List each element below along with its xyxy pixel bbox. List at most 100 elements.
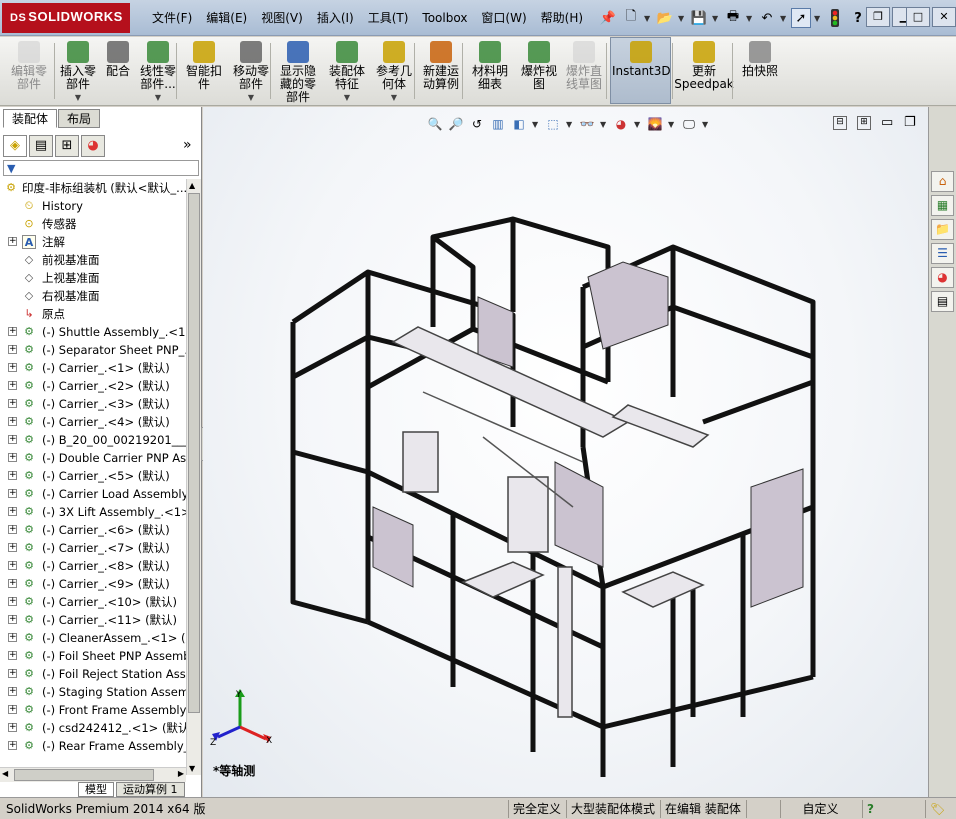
ribbon-button-8[interactable]: 参考几 何体 ▼ [372, 39, 416, 103]
tree-item[interactable]: + ⚙ (-) Carrier_.<4> (默认) [0, 413, 186, 431]
menu-item-1[interactable]: 编辑(E) [199, 0, 254, 36]
expand-icon[interactable]: + [8, 417, 17, 426]
tree-item[interactable]: + ⚙ (-) Carrier_.<2> (默认) [0, 377, 186, 395]
expand-icon[interactable]: + [8, 525, 17, 534]
tree-item[interactable]: + ⚙ (-) CleanerAssem_.<1> (默认) [0, 629, 186, 647]
tree-item[interactable]: + ⚙ (-) Carrier_.<7> (默认) [0, 539, 186, 557]
chevron-down-icon[interactable]: ▼ [532, 120, 540, 129]
section-view-icon[interactable]: ▥ [490, 116, 506, 132]
menu-item-4[interactable]: 工具(T) [361, 0, 416, 36]
tree-item[interactable]: + ⚙ (-) Carrier_.<9> (默认) [0, 575, 186, 593]
rebuild-tag-icon[interactable]: 🏷 [925, 800, 949, 818]
restore-icon[interactable]: ❐ [866, 7, 890, 27]
scroll-up-icon[interactable]: ▲ [189, 181, 195, 190]
tree-item[interactable]: + A 注解 [0, 233, 186, 251]
tree-item[interactable]: + ⚙ (-) 3X Lift Assembly_.<1> (默 [0, 503, 186, 521]
tree-item[interactable]: + ⚙ (-) Double Carrier PNP Assemb [0, 449, 186, 467]
scroll-down-icon[interactable]: ▼ [189, 764, 195, 773]
ribbon-button-1[interactable]: 插入零 部件 ▼ [56, 39, 100, 103]
menu-item-7[interactable]: 帮助(H) [534, 0, 590, 36]
appearance-icon[interactable]: ◕ [613, 116, 629, 132]
chevron-down-icon[interactable]: ▼ [136, 91, 180, 104]
tree-item[interactable]: + ⚙ (-) Front Frame Assembly_.<1 [0, 701, 186, 719]
ribbon-button-6[interactable]: 显示隐 藏的零 部件 [276, 39, 320, 104]
ribbon-button-4[interactable]: 智能扣 件 [182, 39, 226, 103]
appearance-icon[interactable]: ◕ [931, 267, 954, 288]
undo-icon[interactable]: ↶ [757, 8, 777, 28]
expand-icon[interactable]: + [8, 453, 17, 462]
tree-item[interactable]: ◇ 前视基准面 [0, 251, 186, 269]
scrollbar-thumb[interactable] [188, 193, 200, 713]
tree-item[interactable]: ⊙ 传感器 [0, 215, 186, 233]
configuration-manager-icon[interactable]: ⊞ [55, 135, 79, 157]
ribbon-button-5[interactable]: 移动零 部件 ▼ [228, 39, 274, 103]
chevron-down-icon[interactable]: ▼ [780, 14, 788, 23]
view-orientation-icon[interactable]: ◧ [511, 116, 527, 132]
tree-item[interactable]: ⚙ 印度-非标组装机 (默认<默认_... [0, 179, 186, 197]
tree-item[interactable]: + ⚙ (-) B_20_00_00219201___850 [0, 431, 186, 449]
tree-item[interactable]: + ⚙ (-) Separator Sheet PNP_.<1> [0, 341, 186, 359]
tab-layout[interactable]: 布局 [58, 109, 101, 128]
help-icon[interactable]: ? [862, 800, 878, 818]
tree-item[interactable]: ↳ 原点 [0, 305, 186, 323]
chevron-down-icon[interactable]: ▼ [56, 91, 100, 104]
expand-icon[interactable]: + [8, 237, 17, 246]
ribbon-button-13[interactable]: Instant3D [612, 39, 671, 103]
menu-item-6[interactable]: 窗口(W) [474, 0, 533, 36]
ribbon-button-14[interactable]: 更新 Speedpak [674, 39, 734, 103]
print-icon[interactable]: 🖶 [723, 8, 743, 28]
expand-icon[interactable]: + [8, 597, 17, 606]
tree-item[interactable]: + ⚙ (-) Carrier_.<6> (默认) [0, 521, 186, 539]
expand-icon[interactable]: + [8, 489, 17, 498]
tree-item[interactable]: + ⚙ (-) Carrier_.<8> (默认) [0, 557, 186, 575]
chevron-down-icon[interactable]: ▼ [644, 14, 652, 23]
chevron-down-icon[interactable]: ▼ [600, 120, 608, 129]
display-manager-icon[interactable]: ◕ [81, 135, 105, 157]
units-selector[interactable]: 自定义 [780, 800, 860, 818]
ribbon-button-7[interactable]: 装配体 特征 ▼ [324, 39, 370, 103]
home-icon[interactable]: ⌂ [931, 171, 954, 192]
help-icon[interactable]: ? [848, 8, 868, 28]
expand-icon[interactable]: + [8, 705, 17, 714]
expand-icon[interactable]: + [8, 345, 17, 354]
window-restore-icon[interactable]: ❐ [904, 115, 916, 130]
expand-icon[interactable]: + [8, 723, 17, 732]
explorer-icon[interactable]: ☰ [931, 243, 954, 264]
new-document-icon[interactable]: 🗋 [621, 8, 641, 28]
tree-item[interactable]: + ⚙ (-) Carrier_.<3> (默认) [0, 395, 186, 413]
ribbon-button-3[interactable]: 线性零 部件... ▼ [136, 39, 180, 103]
expand-icon[interactable]: + [8, 579, 17, 588]
tree-item[interactable]: + ⚙ (-) Carrier_.<11> (默认) [0, 611, 186, 629]
open-folder-icon[interactable]: 📂 [655, 8, 675, 28]
chevron-down-icon[interactable]: ▼ [712, 14, 720, 23]
tree-item[interactable]: + ⚙ (-) Foil Reject Station Assemb [0, 665, 186, 683]
feature-manager-icon[interactable]: ◈ [3, 135, 27, 157]
tree-item[interactable]: + ⚙ (-) Shuttle Assembly_.<1> (默 [0, 323, 186, 341]
chevron-down-icon[interactable]: ▼ [746, 14, 754, 23]
expand-icon[interactable]: + [8, 615, 17, 624]
expand-icon[interactable]: + [8, 327, 17, 336]
scrollbar-thumb[interactable] [14, 769, 154, 781]
tree-item[interactable]: ◇ 右视基准面 [0, 287, 186, 305]
tree-item[interactable]: + ⚙ (-) Carrier Load Assembly_.<1 [0, 485, 186, 503]
properties-icon[interactable]: ▤ [931, 291, 954, 312]
menu-item-2[interactable]: 视图(V) [254, 0, 310, 36]
expand-icon[interactable]: + [8, 363, 17, 372]
expand-icon[interactable]: + [8, 651, 17, 660]
split-view-icon[interactable]: ⊟ [833, 116, 847, 130]
tree-item[interactable]: + ⚙ (-) csd242412_.<1> (默认) [0, 719, 186, 737]
assembly-3d-model[interactable] [273, 207, 833, 797]
restore-icon[interactable]: ▭ [881, 115, 893, 130]
ribbon-button-11[interactable]: 爆炸视 图 [518, 39, 560, 103]
graphics-area[interactable]: 🔍 🔎 ↺ ▥ ◧▼ ⬚▼ 👓▼ ◕▼ 🌄▼ 🖵▼ ⊟ ⊞ ▭ ❐ ✕ [203, 107, 938, 797]
tree-item[interactable]: + ⚙ (-) Foil Sheet PNP Assembly_. [0, 647, 186, 665]
expand-icon[interactable]: + [8, 435, 17, 444]
scene-icon[interactable]: 🌄 [647, 116, 663, 132]
resources-icon[interactable]: ▦ [931, 195, 954, 216]
expand-icon[interactable]: + [8, 741, 17, 750]
save-icon[interactable]: 💾 [689, 8, 709, 28]
expand-icon[interactable]: + [8, 543, 17, 552]
menu-item-3[interactable]: 插入(I) [310, 0, 361, 36]
chevron-down-icon[interactable]: ▼ [634, 120, 642, 129]
pin-icon[interactable]: 📌 [598, 8, 618, 28]
